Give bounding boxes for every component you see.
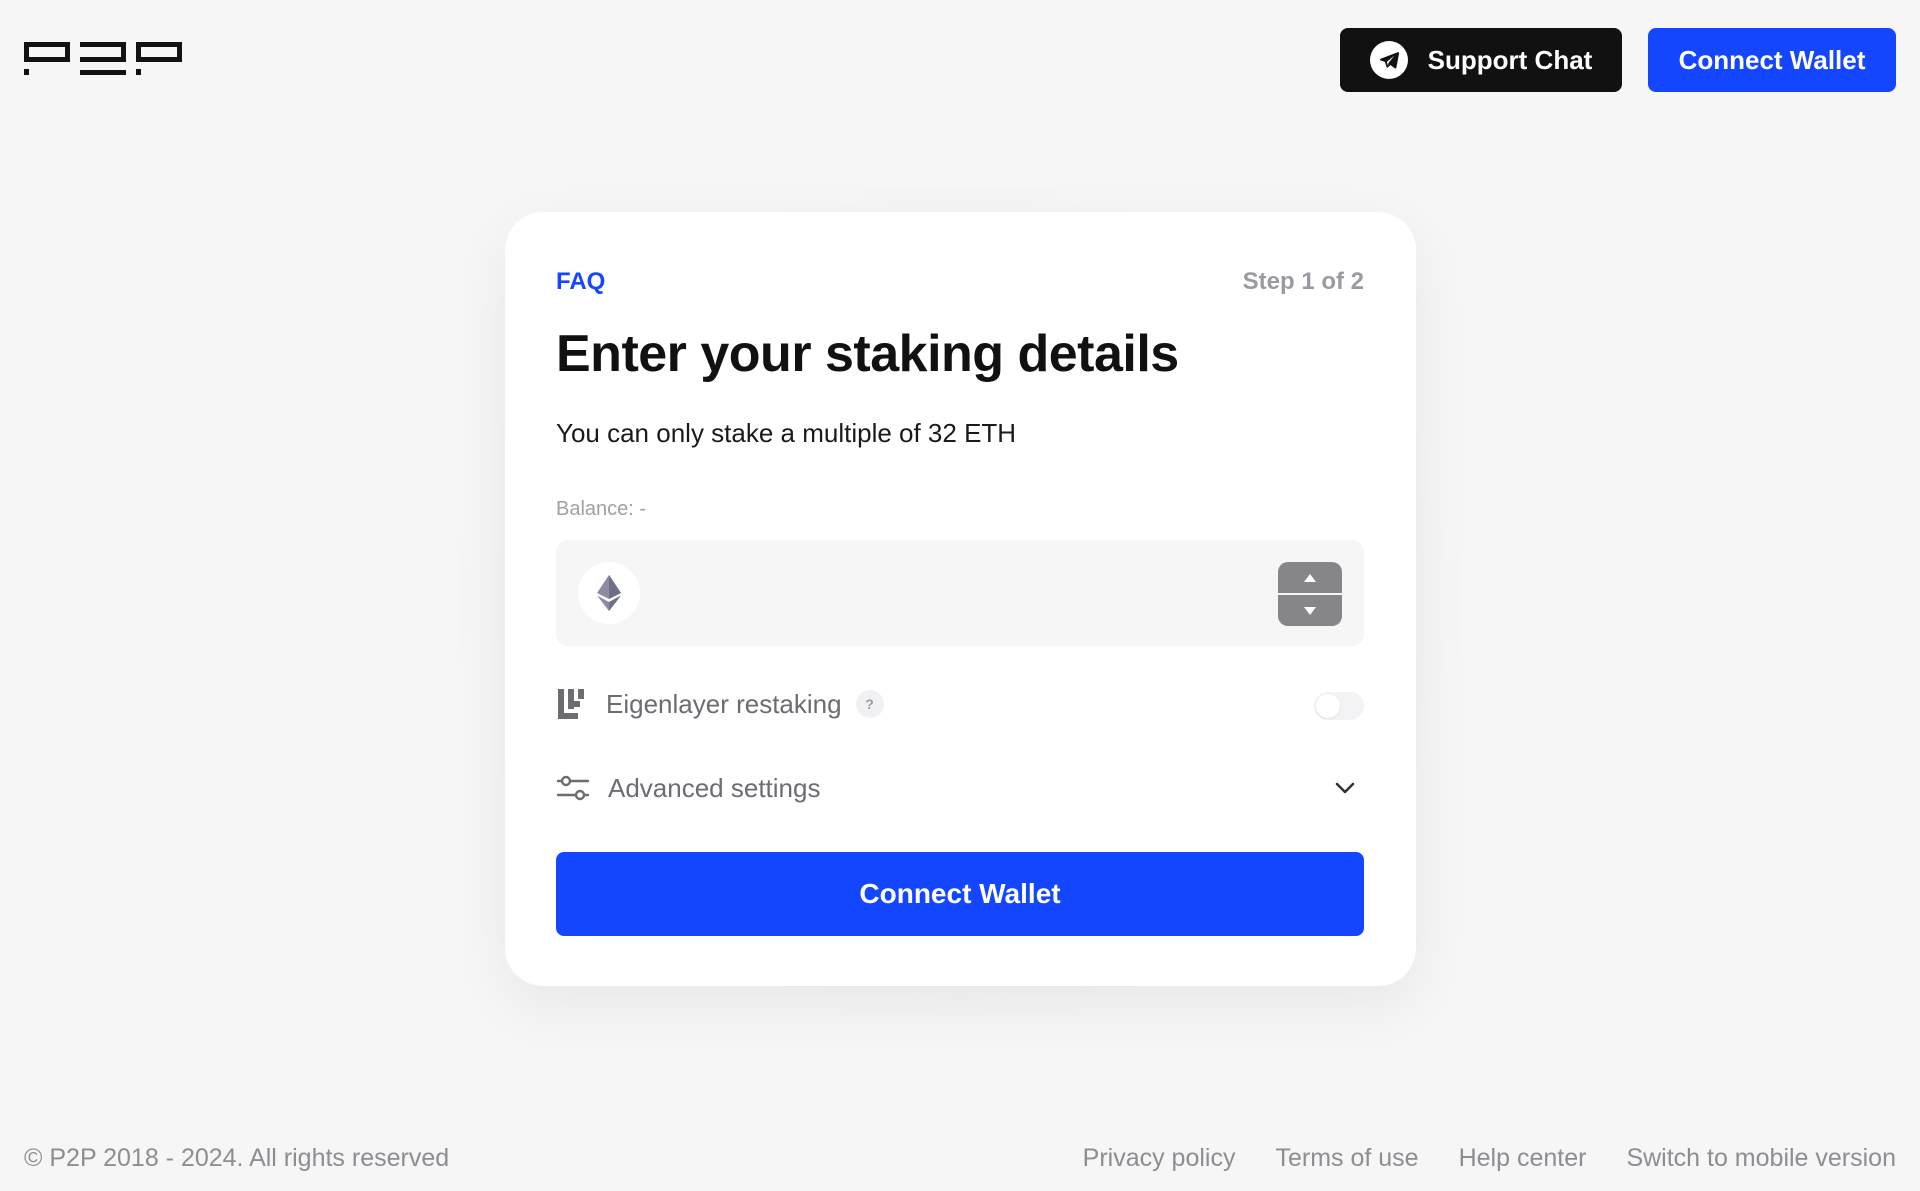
privacy-policy-link[interactable]: Privacy policy <box>1083 1144 1236 1173</box>
card-subtitle: You can only stake a multiple of 32 ETH <box>556 418 1017 448</box>
decrement-button[interactable] <box>1278 595 1342 626</box>
terms-of-use-link[interactable]: Terms of use <box>1275 1144 1418 1173</box>
header-connect-wallet-button[interactable]: Connect Wallet <box>1648 28 1896 92</box>
caret-up-icon <box>1304 573 1316 582</box>
amount-stepper <box>1278 562 1342 626</box>
caret-down-icon <box>1304 606 1316 615</box>
eigenlayer-toggle[interactable] <box>1314 692 1364 720</box>
support-chat-label: Support Chat <box>1427 44 1593 75</box>
p2p-logo[interactable] <box>24 42 182 76</box>
telegram-icon <box>1369 41 1408 79</box>
copyright-text: © P2P 2018 - 2024. All rights reserved <box>24 1144 450 1172</box>
page: Support Chat Connect Wallet FAQ Step 1 o… <box>0 0 1920 1191</box>
toggle-knob <box>1316 694 1340 718</box>
footer-links: Privacy policy Terms of use Help center … <box>1083 1144 1896 1173</box>
ethereum-icon <box>578 562 640 624</box>
amount-input[interactable] <box>656 562 1236 624</box>
step-indicator: Step 1 of 2 <box>1242 268 1364 295</box>
header-actions: Support Chat Connect Wallet <box>1340 28 1896 92</box>
support-chat-button[interactable]: Support Chat <box>1340 28 1622 92</box>
advanced-settings-label: Advanced settings <box>608 772 821 803</box>
faq-link[interactable]: FAQ <box>556 268 605 296</box>
connect-wallet-button[interactable]: Connect Wallet <box>556 852 1364 936</box>
card-top-row: FAQ Step 1 of 2 <box>556 268 1364 296</box>
amount-field <box>556 540 1364 646</box>
help-center-link[interactable]: Help center <box>1459 1144 1587 1173</box>
advanced-settings-row[interactable]: Advanced settings <box>556 766 1364 810</box>
eigenlayer-icon <box>558 689 584 719</box>
increment-button[interactable] <box>1278 562 1342 593</box>
chevron-down-icon[interactable] <box>1332 776 1358 800</box>
card-title: Enter your staking details <box>556 325 1179 383</box>
eigenlayer-row: Eigenlayer restaking ? <box>556 682 1364 726</box>
eigenlayer-label: Eigenlayer restaking <box>606 688 842 719</box>
sliders-icon <box>556 775 590 801</box>
mobile-version-link[interactable]: Switch to mobile version <box>1626 1144 1896 1173</box>
staking-card: FAQ Step 1 of 2 Enter your staking detai… <box>505 212 1416 986</box>
balance-text: Balance: - <box>556 498 647 520</box>
p2p-logo-mark <box>24 42 182 75</box>
help-icon[interactable]: ? <box>855 690 884 718</box>
